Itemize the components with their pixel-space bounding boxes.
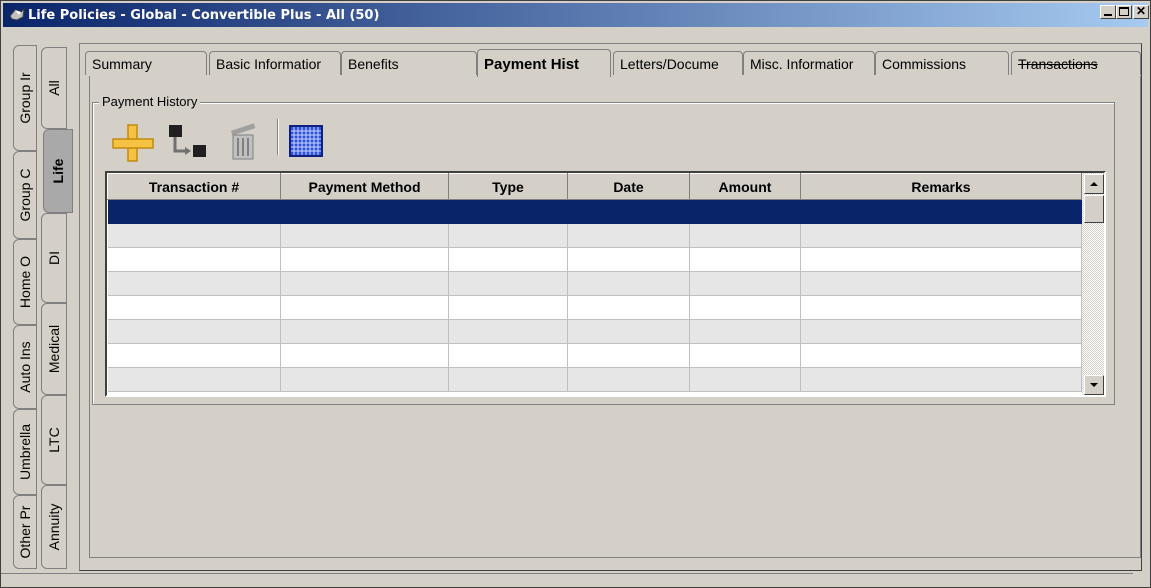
title-bar[interactable]: Life Policies - Global - Convertible Plu…	[3, 3, 1148, 27]
payment-history-table[interactable]: Transaction # Payment Method Type Date A…	[105, 171, 1106, 397]
tab-life[interactable]: Life	[43, 129, 73, 213]
tab-payment-history[interactable]: Payment Hist	[477, 49, 611, 77]
delete-icon	[230, 123, 256, 160]
tab-label: Other Pr	[17, 505, 33, 559]
tab-label: Transactions	[1018, 56, 1098, 72]
move-icon	[169, 125, 206, 157]
tab-label: Payment Hist	[484, 56, 580, 73]
column-header-transaction[interactable]: Transaction #	[107, 173, 281, 200]
tab-label: LTC	[46, 427, 62, 453]
add-icon	[112, 124, 154, 162]
close-button[interactable]: ✕	[1133, 5, 1149, 19]
table-row[interactable]	[107, 319, 1082, 344]
toolbar-separator	[277, 119, 279, 155]
column-header-type[interactable]: Type	[448, 173, 568, 200]
tab-label: Home O	[17, 255, 33, 309]
tab-basic-information[interactable]: Basic Informatior	[209, 51, 341, 75]
tab-label: Basic Informatior	[216, 56, 322, 72]
tab-di[interactable]: DI	[41, 213, 67, 303]
tab-group-income[interactable]: Group Ir	[13, 45, 37, 151]
scroll-thumb[interactable]	[1084, 195, 1104, 223]
tab-benefits[interactable]: Benefits	[341, 51, 477, 75]
app-icon	[9, 7, 25, 23]
tab-annuity[interactable]: Annuity	[41, 485, 67, 569]
grid-view-icon	[289, 125, 323, 157]
column-header-remarks[interactable]: Remarks	[800, 173, 1082, 200]
table-header-row: Transaction # Payment Method Type Date A…	[107, 173, 1082, 200]
table-row[interactable]	[107, 223, 1082, 248]
tab-label: Annuity	[46, 503, 62, 551]
tab-label: Commissions	[882, 56, 967, 72]
close-icon: ✕	[1135, 4, 1147, 18]
window-title: Life Policies - Global - Convertible Plu…	[28, 7, 380, 23]
tab-label: DI	[46, 251, 62, 265]
tab-commissions[interactable]: Commissions	[875, 51, 1009, 75]
table-row[interactable]	[107, 247, 1082, 272]
column-header-date[interactable]: Date	[567, 173, 690, 200]
add-button[interactable]	[111, 121, 155, 165]
tab-summary[interactable]: Summary	[85, 51, 207, 75]
delete-button[interactable]	[225, 119, 261, 161]
tab-label: Umbrella	[17, 423, 33, 481]
tab-label: Group C	[17, 168, 33, 222]
arrow-up-icon	[1090, 182, 1098, 186]
tab-transactions[interactable]: Transactions	[1011, 51, 1141, 75]
tab-home-owners[interactable]: Home O	[13, 239, 37, 325]
tab-misc-information[interactable]: Misc. Informatior	[743, 51, 875, 75]
tab-other-products[interactable]: Other Pr	[13, 495, 37, 569]
tab-group-c[interactable]: Group C	[13, 151, 37, 239]
tab-label: Group Ir	[17, 72, 33, 124]
tab-label: Life	[50, 158, 66, 184]
tab-all[interactable]: All	[41, 47, 67, 129]
move-button[interactable]	[165, 123, 209, 163]
tab-label: Benefits	[348, 56, 399, 72]
column-header-amount[interactable]: Amount	[689, 173, 801, 200]
tab-label: Medical	[46, 324, 62, 374]
arrow-down-icon	[1090, 383, 1098, 387]
group-label: Payment History	[99, 94, 201, 109]
tab-auto-insurance[interactable]: Auto Ins	[13, 325, 37, 409]
tab-label: Misc. Informatior	[750, 56, 854, 72]
tab-label: Auto Ins	[17, 341, 33, 393]
table-row[interactable]	[107, 271, 1082, 296]
table-row[interactable]	[107, 367, 1082, 392]
tab-label: Letters/Docume	[620, 56, 719, 72]
tab-label: All	[46, 80, 62, 96]
minimize-button[interactable]	[1100, 5, 1116, 19]
grid-view-button[interactable]	[289, 125, 323, 157]
tab-letters-documents[interactable]: Letters/Docume	[613, 51, 743, 75]
policy-window: Life Policies - Global - Convertible Plu…	[0, 0, 1151, 588]
tab-ltc[interactable]: LTC	[41, 395, 67, 485]
table-row[interactable]	[107, 199, 1082, 224]
scroll-up-button[interactable]	[1084, 174, 1104, 194]
tab-medical[interactable]: Medical	[41, 303, 67, 395]
table-row[interactable]	[107, 295, 1082, 320]
tab-umbrella[interactable]: Umbrella	[13, 409, 37, 495]
tab-label: Summary	[92, 56, 152, 72]
scroll-down-button[interactable]	[1084, 375, 1104, 395]
bottom-scroll-track[interactable]	[1, 573, 1133, 587]
maximize-button[interactable]	[1116, 5, 1132, 19]
table-row[interactable]	[107, 343, 1082, 368]
column-header-payment-method[interactable]: Payment Method	[280, 173, 449, 200]
